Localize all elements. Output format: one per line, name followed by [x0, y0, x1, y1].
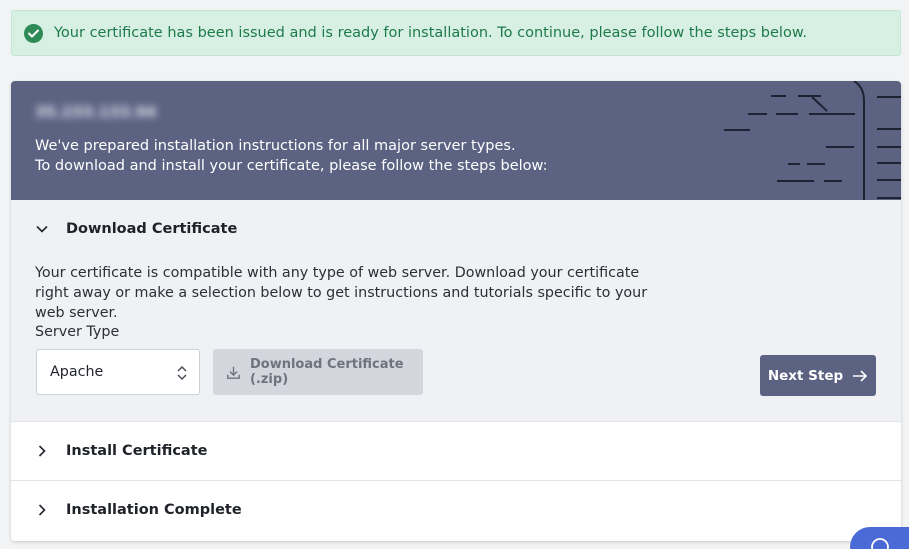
server-type-value: Apache: [50, 364, 104, 380]
check-circle-icon: [24, 23, 43, 43]
step-title: Install Certificate: [66, 443, 208, 459]
step-header-complete[interactable]: Installation Complete: [11, 481, 901, 539]
select-arrows-icon: [177, 365, 187, 381]
chevron-down-icon: [35, 222, 49, 236]
server-type-label: Server Type: [35, 324, 120, 340]
step-title: Installation Complete: [66, 502, 242, 518]
success-alert: Your certificate has been issued and is …: [11, 10, 901, 56]
next-step-label: Next Step: [767, 367, 844, 384]
step-download-certificate: Download Certificate Your certificate is…: [11, 200, 901, 422]
server-type-select[interactable]: Apache: [36, 349, 200, 395]
certificate-install-card: 35.233.133.94 We've prepared installatio…: [11, 81, 901, 541]
step-title: Download Certificate: [66, 221, 238, 237]
install-header: 35.233.133.94 We've prepared installatio…: [11, 81, 901, 200]
download-certificate-button[interactable]: Download Certificate (.zip): [213, 349, 423, 395]
alert-message: Your certificate has been issued and is …: [54, 25, 807, 41]
step-header-download[interactable]: Download Certificate: [11, 200, 901, 258]
header-decoration-graphic: [724, 81, 901, 200]
help-widget-button[interactable]: [850, 527, 909, 549]
step-install-certificate: Install Certificate: [11, 422, 901, 481]
step-header-install[interactable]: Install Certificate: [11, 422, 901, 480]
step-installation-complete: Installation Complete: [11, 481, 901, 540]
download-icon: [227, 366, 240, 379]
download-description: Your certificate is compatible with any …: [35, 265, 648, 321]
arrow-right-icon: [853, 369, 868, 382]
next-step-button[interactable]: Next Step: [760, 355, 876, 396]
chevron-right-icon: [35, 503, 49, 517]
help-icon: [871, 538, 889, 549]
download-button-label: Download Certificate (.zip): [249, 357, 404, 387]
chevron-right-icon: [35, 444, 49, 458]
